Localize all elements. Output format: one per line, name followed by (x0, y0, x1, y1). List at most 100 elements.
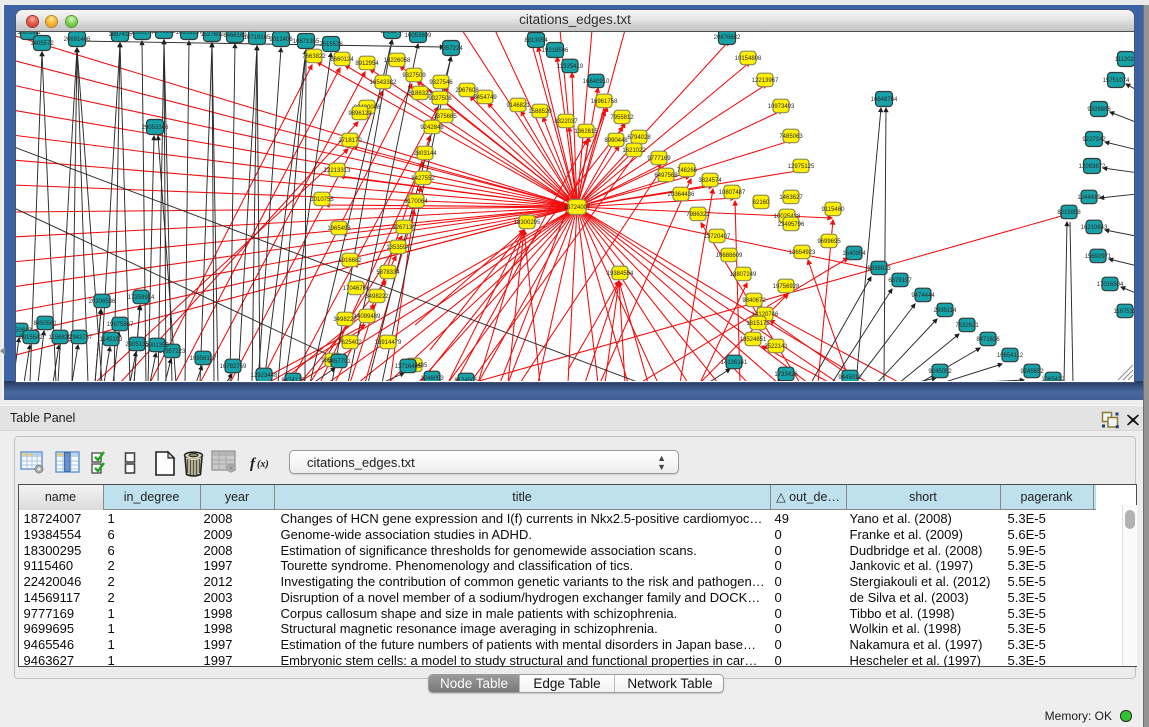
svg-text:9840672: 9840672 (742, 298, 766, 304)
svg-text:16914479: 16914479 (375, 340, 402, 346)
svg-text:9327508: 9327508 (428, 96, 452, 102)
svg-text:1887416: 1887416 (108, 32, 132, 38)
svg-text:3498222: 3498222 (365, 294, 389, 300)
svg-text:16210643: 16210643 (1081, 225, 1108, 231)
svg-text:18807249: 18807249 (730, 272, 757, 278)
svg-text:2935114: 2935114 (934, 308, 958, 314)
svg-text:10653257: 10653257 (176, 32, 203, 36)
svg-text:18724007: 18724007 (564, 205, 591, 211)
svg-text:16648764: 16648764 (871, 97, 898, 103)
svg-text:7515526: 7515526 (319, 42, 343, 48)
svg-text:2718170: 2718170 (338, 138, 362, 144)
svg-text:10688609: 10688609 (716, 253, 743, 259)
svg-text:8427552: 8427552 (411, 176, 435, 182)
svg-text:7357224: 7357224 (439, 46, 463, 52)
svg-text:16053809: 16053809 (405, 33, 432, 39)
svg-text:20876682: 20876682 (714, 35, 741, 41)
svg-text:1244419: 1244419 (1077, 195, 1101, 201)
svg-text:8215958: 8215958 (1057, 210, 1081, 216)
svg-text:8471626: 8471626 (976, 337, 1000, 343)
svg-text:(x): (x) (257, 459, 269, 470)
svg-text:3267130: 3267130 (392, 225, 416, 231)
svg-text:1145193: 1145193 (100, 337, 124, 343)
svg-text:746266: 746266 (677, 168, 698, 174)
svg-text:6497568: 6497568 (654, 173, 678, 179)
svg-text:29053346: 29053346 (142, 125, 169, 131)
svg-text:9457791: 9457791 (327, 359, 351, 365)
svg-text:9474444: 9474444 (911, 293, 935, 299)
svg-text:10807487: 10807487 (719, 190, 746, 196)
svg-text:19218506: 19218506 (542, 48, 569, 54)
svg-text:13720407: 13720407 (704, 234, 731, 240)
svg-text:f: f (250, 456, 257, 472)
svg-text:7632621: 7632621 (955, 323, 979, 329)
svg-text:2522141: 2522141 (764, 344, 788, 350)
svg-text:17016504: 17016504 (1097, 282, 1124, 288)
svg-text:18300295: 18300295 (514, 220, 541, 226)
svg-text:14099489: 14099489 (354, 314, 381, 320)
svg-text:1167533: 1167533 (1114, 309, 1134, 315)
svg-text:17359924: 17359924 (128, 295, 155, 301)
svg-text:8454749: 8454749 (473, 95, 497, 101)
svg-text:7485063: 7485063 (779, 134, 803, 140)
svg-text:9012406: 9012406 (269, 37, 293, 43)
svg-text:15751074: 15751074 (1103, 78, 1130, 84)
svg-text:19756928: 19756928 (773, 284, 800, 290)
svg-text:1246053: 1246053 (420, 376, 444, 381)
svg-text:9242848: 9242848 (420, 125, 444, 131)
svg-text:1112028: 1112028 (1115, 57, 1134, 63)
svg-text:9327546: 9327546 (429, 80, 453, 86)
svg-text:10654112: 10654112 (997, 353, 1024, 359)
svg-text:9329906: 9329906 (1087, 107, 1111, 113)
svg-text:13524851: 13524851 (740, 337, 767, 343)
svg-text:13654923: 13654923 (789, 250, 816, 256)
svg-text:7955812: 7955812 (610, 115, 634, 121)
svg-text:1965498: 1965498 (327, 226, 351, 232)
svg-text:12213967: 12213967 (752, 78, 779, 84)
svg-text:9327509: 9327509 (402, 73, 426, 79)
svg-text:9777169: 9777169 (647, 156, 671, 162)
svg-text:13716485: 13716485 (395, 364, 422, 370)
svg-text:9245052: 9245052 (928, 369, 952, 375)
svg-text:1733426: 1733426 (774, 372, 798, 378)
svg-text:9699695: 9699695 (817, 239, 841, 245)
svg-text:9245652: 9245652 (1020, 369, 1044, 375)
svg-text:19384554: 19384554 (607, 271, 634, 277)
svg-text:1621022: 1621022 (622, 148, 646, 154)
svg-text:8450561: 8450561 (33, 321, 57, 327)
svg-text:5878334: 5878334 (376, 270, 400, 276)
svg-text:1463627: 1463627 (779, 195, 803, 201)
svg-text:3915542: 3915542 (19, 335, 43, 341)
svg-text:17046766: 17046766 (343, 286, 370, 292)
svg-text:12213313: 12213313 (324, 168, 351, 174)
svg-text:1362615: 1362615 (574, 129, 598, 135)
svg-text:8322037: 8322037 (554, 119, 578, 125)
svg-text:8660124: 8660124 (330, 57, 354, 63)
svg-text:9445012: 9445012 (838, 375, 862, 381)
svg-text:1588520: 1588520 (528, 109, 552, 115)
svg-text:1906512: 1906512 (152, 32, 176, 35)
svg-text:7625402: 7625402 (338, 340, 362, 346)
svg-text:10958127: 10958127 (190, 356, 217, 362)
svg-text:19975867: 19975867 (107, 322, 134, 328)
svg-text:1405572: 1405572 (30, 41, 54, 47)
svg-text:16543382: 16543382 (370, 80, 397, 86)
svg-text:8124505: 8124505 (454, 378, 478, 381)
svg-text:6879197: 6879197 (888, 278, 912, 284)
svg-text:20206536: 20206536 (89, 299, 116, 305)
svg-text:1065432: 1065432 (1041, 377, 1065, 381)
svg-text:12093872: 12093872 (1079, 164, 1106, 170)
svg-text:62160: 62160 (753, 200, 770, 206)
svg-text:1527602: 1527602 (200, 32, 224, 38)
svg-text:8938923: 8938923 (867, 266, 891, 272)
svg-text:1035174: 1035174 (130, 32, 154, 36)
svg-text:23495796: 23495796 (778, 222, 805, 228)
svg-text:11325419: 11325419 (557, 64, 584, 70)
svg-text:9115460: 9115460 (822, 207, 846, 213)
svg-text:3824574: 3824574 (698, 178, 722, 184)
svg-text:6794028: 6794028 (627, 135, 651, 141)
svg-text:12975125: 12975125 (788, 164, 815, 170)
svg-text:7663822: 7663822 (302, 54, 326, 60)
svg-text:1353594: 1353594 (386, 245, 410, 251)
svg-text:16961758: 16961758 (591, 99, 618, 105)
